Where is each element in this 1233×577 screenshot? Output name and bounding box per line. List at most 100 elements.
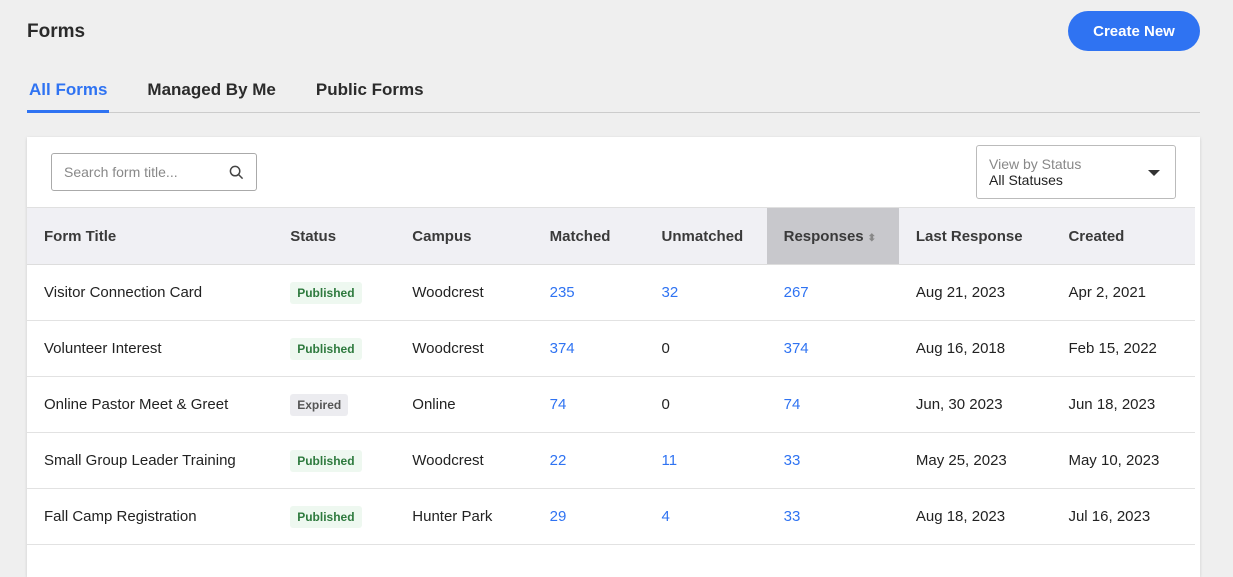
cell-unmatched: 32 [645, 265, 767, 321]
cell-status: Published [273, 265, 395, 321]
matched-link[interactable]: 29 [550, 508, 567, 525]
column-header-label: Matched [550, 228, 611, 245]
responses-link[interactable]: 33 [784, 508, 801, 525]
tab-managed-by-me[interactable]: Managed By Me [145, 77, 277, 113]
matched-link[interactable]: 74 [550, 396, 567, 413]
search-icon [229, 165, 244, 180]
status-badge: Published [290, 506, 361, 528]
column-header-created[interactable]: Created [1051, 208, 1195, 265]
cell-campus: Woodcrest [395, 321, 532, 377]
unmatched-link[interactable]: 11 [662, 452, 678, 469]
title-text: Volunteer Interest [44, 340, 162, 357]
cell-unmatched: 11 [645, 433, 767, 489]
responses-link[interactable]: 374 [784, 340, 809, 357]
title-text: Online Pastor Meet & Greet [44, 396, 228, 413]
column-header-label: Responses [784, 228, 864, 245]
cell-status: Published [273, 321, 395, 377]
matched-link[interactable]: 235 [550, 284, 575, 301]
title-text: Visitor Connection Card [44, 284, 202, 301]
column-header-unmatched[interactable]: Unmatched [645, 208, 767, 265]
matched-link[interactable]: 374 [550, 340, 575, 357]
table-row[interactable]: Fall Camp Registration Published Hunter Pa… [27, 489, 1195, 545]
last-text: Aug 18, 2023 [916, 508, 1005, 525]
responses-link[interactable]: 33 [784, 452, 801, 469]
tab-public-forms[interactable]: Public Forms [314, 77, 426, 113]
create-new-button[interactable]: Create New [1068, 11, 1200, 51]
cell-empty [27, 545, 1195, 577]
cell-title: Volunteer Interest [27, 321, 273, 377]
matched-link[interactable]: 22 [550, 452, 567, 469]
column-header-matched[interactable]: Matched [533, 208, 645, 265]
cell-responses: 33 [767, 489, 899, 545]
unmatched-text: 0 [662, 340, 670, 357]
cell-status: Expired [273, 377, 395, 433]
title-text: Fall Camp Registration [44, 508, 197, 525]
cell-status: Published [273, 433, 395, 489]
cell-campus: Woodcrest [395, 265, 532, 321]
column-header-label: Unmatched [662, 228, 744, 245]
column-header-responses[interactable]: Responses ⬍ [767, 208, 899, 265]
unmatched-link[interactable]: 32 [662, 284, 679, 301]
column-header-label: Last Response [916, 228, 1023, 245]
responses-link[interactable]: 74 [784, 396, 801, 413]
responses-link[interactable]: 267 [784, 284, 809, 301]
column-header-label: Created [1068, 228, 1124, 245]
status-filter-label: View by Status [989, 156, 1163, 172]
campus-text: Woodcrest [412, 452, 483, 469]
search-placeholder: Search form title... [64, 164, 178, 180]
search-input[interactable]: Search form title... [51, 153, 257, 191]
table-row[interactable]: Online Pastor Meet & Greet Expired Online 7… [27, 377, 1195, 433]
cell-title: Visitor Connection Card [27, 265, 273, 321]
column-header-campus[interactable]: Campus [395, 208, 532, 265]
campus-text: Online [412, 396, 455, 413]
campus-text: Hunter Park [412, 508, 492, 525]
last-text: Aug 21, 2023 [916, 284, 1005, 301]
cell-campus: Woodcrest [395, 433, 532, 489]
cell-matched: 374 [533, 321, 645, 377]
table-row[interactable]: Small Group Leader Training Published Wood… [27, 433, 1195, 489]
table-row[interactable]: Visitor Connection Card Published Woodcres… [27, 265, 1195, 321]
status-badge: Published [290, 450, 361, 472]
cell-unmatched: 0 [645, 321, 767, 377]
campus-text: Woodcrest [412, 340, 483, 357]
forms-card: Search form title... View by Status All … [27, 137, 1200, 577]
created-text: Jun 18, 2023 [1068, 396, 1155, 413]
column-header-last-response[interactable]: Last Response [899, 208, 1052, 265]
column-header-label: Campus [412, 228, 471, 245]
cell-responses: 374 [767, 321, 899, 377]
created-text: May 10, 2023 [1068, 452, 1159, 469]
tab-all-forms[interactable]: All Forms [27, 77, 109, 113]
forms-table: Form Title Status Campus Matched Unmatched Re… [27, 207, 1195, 577]
campus-text: Woodcrest [412, 284, 483, 301]
column-header-status[interactable]: Status [273, 208, 395, 265]
sort-icon[interactable]: ⬍ [868, 233, 876, 244]
cell-created: Jun 18, 2023 [1051, 377, 1195, 433]
cell-title: Small Group Leader Training [27, 433, 273, 489]
status-badge: Expired [290, 394, 348, 416]
cell-title: Online Pastor Meet & Greet [27, 377, 273, 433]
cell-matched: 235 [533, 265, 645, 321]
cell-last: Jun, 30 2023 [899, 377, 1052, 433]
title-text: Small Group Leader Training [44, 452, 236, 469]
cell-matched: 74 [533, 377, 645, 433]
table-row[interactable] [27, 545, 1195, 577]
column-header-form-title[interactable]: Form Title [27, 208, 273, 265]
status-filter-dropdown[interactable]: View by Status All Statuses [976, 145, 1176, 199]
cell-last: Aug 16, 2018 [899, 321, 1052, 377]
cell-last: Aug 18, 2023 [899, 489, 1052, 545]
cell-created: Apr 2, 2021 [1051, 265, 1195, 321]
column-header-label: Form Title [44, 228, 116, 245]
cell-created: Feb 15, 2022 [1051, 321, 1195, 377]
column-header-label: Status [290, 228, 336, 245]
cell-created: Jul 16, 2023 [1051, 489, 1195, 545]
cell-matched: 22 [533, 433, 645, 489]
last-text: May 25, 2023 [916, 452, 1007, 469]
cell-responses: 74 [767, 377, 899, 433]
cell-unmatched: 4 [645, 489, 767, 545]
chevron-down-icon [1148, 170, 1160, 176]
unmatched-text: 0 [662, 396, 670, 413]
unmatched-link[interactable]: 4 [662, 508, 670, 525]
table-row[interactable]: Volunteer Interest Published Woodcrest 374 0… [27, 321, 1195, 377]
created-text: Feb 15, 2022 [1068, 340, 1156, 357]
cell-last: May 25, 2023 [899, 433, 1052, 489]
